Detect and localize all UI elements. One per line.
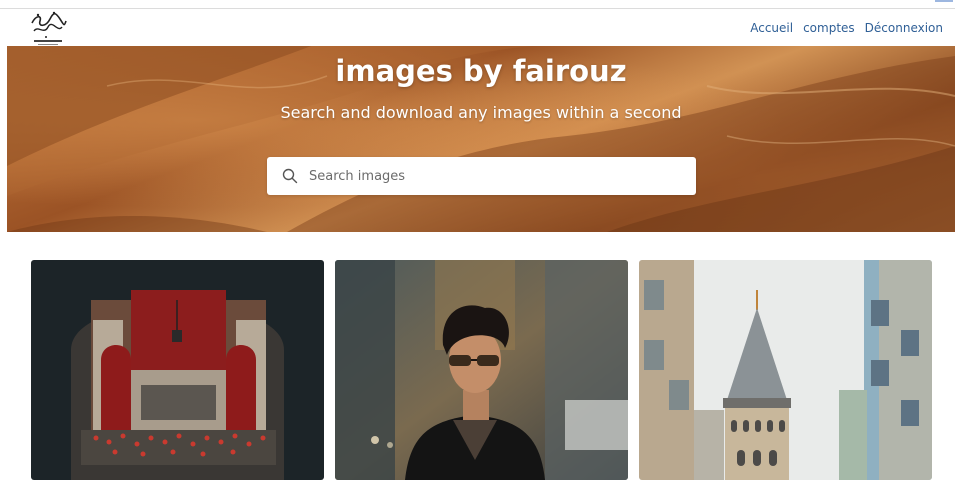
man-with-sunglasses-photo-icon: [335, 260, 628, 480]
gallery-image-2[interactable]: [335, 260, 628, 480]
red-hall-archway-photo-icon: [31, 260, 324, 480]
nav-comptes[interactable]: comptes: [803, 21, 855, 35]
nav-deconnexion[interactable]: Déconnexion: [865, 21, 943, 35]
gallery-image-3[interactable]: [639, 260, 932, 480]
logo[interactable]: [26, 9, 70, 47]
main-nav: Accueil comptes Déconnexion: [750, 21, 943, 35]
fairouz-logo-icon: [31, 11, 67, 45]
corner-mark: [935, 0, 953, 6]
search-icon: [282, 168, 298, 184]
site-header: Accueil comptes Déconnexion: [0, 9, 955, 47]
hero-subtitle: Search and download any images within a …: [280, 103, 682, 122]
hero-title: images by fairouz: [335, 54, 627, 88]
search-input[interactable]: [307, 160, 696, 192]
gallery-image-1[interactable]: [31, 260, 324, 480]
nav-accueil[interactable]: Accueil: [750, 21, 793, 35]
galata-tower-photo-icon: [639, 260, 932, 480]
hero-banner: images by fairouz Search and download an…: [7, 46, 955, 232]
search-bar[interactable]: [267, 157, 696, 195]
